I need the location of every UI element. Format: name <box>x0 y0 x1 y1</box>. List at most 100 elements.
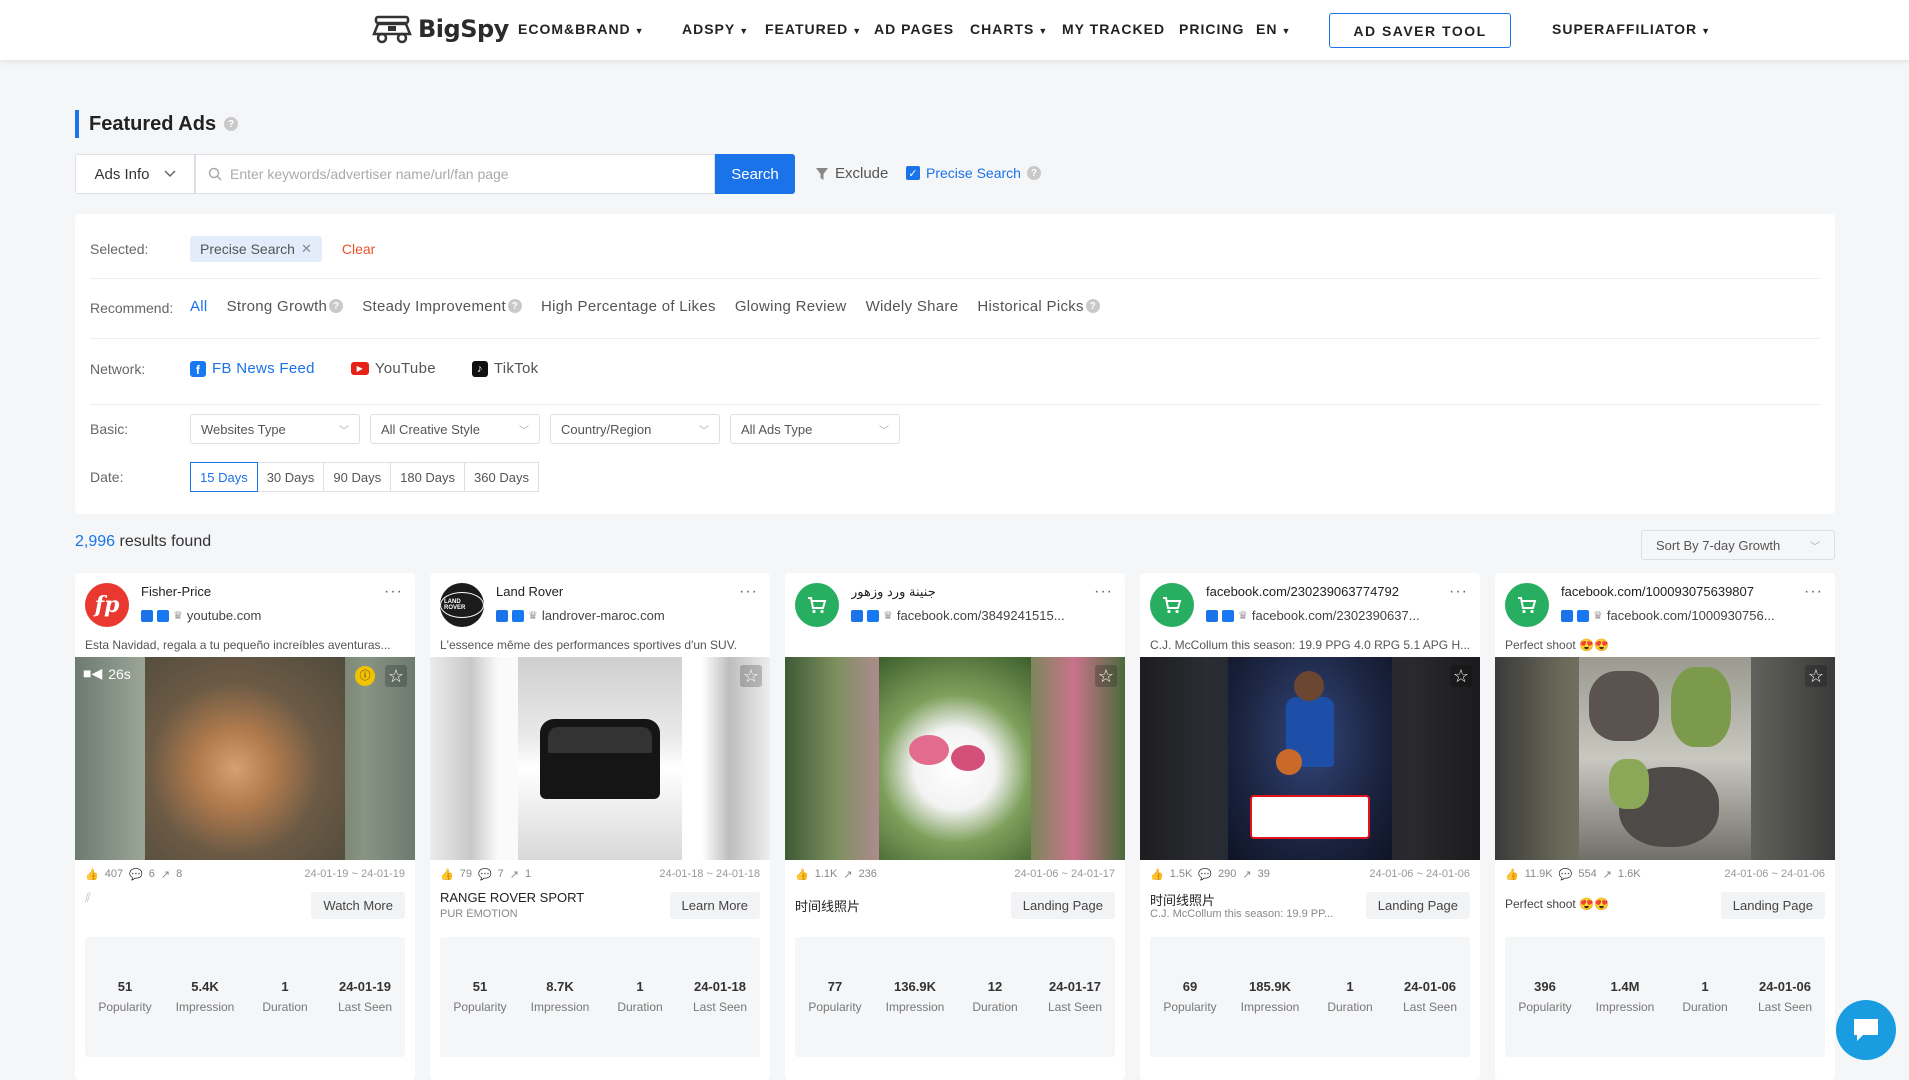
precise-search-checkbox[interactable]: ✓ Precise Search ? <box>906 165 1041 181</box>
ad-saver-tool-button[interactable]: AD SAVER TOOL <box>1329 13 1511 48</box>
search-input[interactable] <box>230 166 700 182</box>
nav-charts[interactable]: CHARTS ▼ <box>970 21 1048 37</box>
date-360-days[interactable]: 360 Days <box>464 462 539 492</box>
date-15-days[interactable]: 15 Days <box>190 462 258 492</box>
advertiser-avatar[interactable]: fp <box>85 583 129 627</box>
network-label-text: YouTube <box>374 360 436 377</box>
nav-label: SUPERAFFILIATOR <box>1552 21 1698 37</box>
close-icon[interactable]: ✕ <box>301 241 312 257</box>
help-icon[interactable]: ? <box>508 299 522 313</box>
bigspy-logo[interactable]: BigSpy <box>372 14 509 44</box>
domain-text[interactable]: facebook.com/2302390637... <box>1252 608 1420 623</box>
recommend-high-likes[interactable]: High Percentage of Likes <box>541 298 716 315</box>
nav-adspy[interactable]: ADSPY ▼ <box>682 21 749 37</box>
recommend-steady-improvement[interactable]: Steady Improvement? <box>362 298 522 315</box>
date-180-days[interactable]: 180 Days <box>390 462 466 492</box>
more-options-icon[interactable]: ··· <box>1449 583 1468 601</box>
network-youtube[interactable]: ▶ YouTube <box>350 360 436 377</box>
help-icon[interactable]: ? <box>1026 166 1041 180</box>
exclude-filter[interactable]: Exclude <box>815 165 888 182</box>
recommend-glowing-review[interactable]: Glowing Review <box>735 298 847 315</box>
clear-button[interactable]: Clear <box>342 241 375 257</box>
advertiser-name[interactable]: Fisher-Price <box>141 584 381 599</box>
recommend-widely-share[interactable]: Widely Share <box>866 298 959 315</box>
nav-superaffiliator[interactable]: SUPERAFFILIATOR ▼ <box>1552 21 1711 37</box>
recommend-historical-picks[interactable]: Historical Picks? <box>977 298 1100 315</box>
country-region-select[interactable]: Country/Region ﹀ <box>550 414 720 444</box>
chat-button[interactable] <box>1836 1000 1896 1060</box>
star-icon[interactable]: ☆ <box>1095 665 1117 687</box>
domain-text[interactable]: youtube.com <box>187 608 261 623</box>
star-icon[interactable]: ☆ <box>385 665 407 687</box>
more-options-icon[interactable]: ··· <box>1804 583 1823 601</box>
help-icon[interactable]: ? <box>329 299 344 313</box>
domain-text[interactable]: facebook.com/3849241515... <box>897 608 1065 623</box>
ad-media[interactable]: ■◀ 26s ⓘ ☆ <box>75 657 415 860</box>
ad-media[interactable]: ☆ <box>1495 657 1835 860</box>
sort-select[interactable]: Sort By 7-day Growth ﹀ <box>1641 530 1835 560</box>
advertiser-name[interactable]: Land Rover <box>496 584 736 599</box>
ad-card[interactable]: facebook.com/230239063774792 ··· ♛ faceb… <box>1140 573 1480 1080</box>
selected-chip[interactable]: Precise Search ✕ <box>190 236 322 262</box>
creative-style-select[interactable]: All Creative Style ﹀ <box>370 414 540 444</box>
link-icon: ⫽ <box>85 890 91 905</box>
star-icon[interactable]: ☆ <box>1450 665 1472 687</box>
network-tiktok[interactable]: ♪ TikTok <box>471 360 539 377</box>
star-icon[interactable]: ☆ <box>740 665 762 687</box>
cta-button[interactable]: Landing Page <box>1720 892 1825 919</box>
ad-media[interactable]: ☆ <box>430 657 770 860</box>
ad-card[interactable]: facebook.com/100093075639807 ··· ♛ faceb… <box>1495 573 1835 1080</box>
nav-label: EN <box>1256 21 1278 37</box>
engagement-stats: 👍 79 💬 7 ↗ 1 <box>440 868 531 881</box>
nav-pricing[interactable]: PRICING <box>1179 21 1244 37</box>
more-options-icon[interactable]: ··· <box>1094 583 1113 601</box>
impression-value: 8.7K <box>546 979 574 994</box>
impression-value: 5.4K <box>191 979 219 994</box>
likes: 11.9K <box>1524 868 1553 880</box>
flowers <box>951 745 985 771</box>
more-options-icon[interactable]: ··· <box>384 583 403 601</box>
cta-button[interactable]: Landing Page <box>1010 892 1115 919</box>
popularity-label: Popularity <box>453 1000 507 1014</box>
ad-media[interactable]: ☆ <box>785 657 1125 860</box>
top-navigation-bar: BigSpy ECOM&BRAND ▼ ADSPY ▼ FEATURED ▼ AD P… <box>0 0 1909 60</box>
advertiser-name[interactable]: facebook.com/100093075639807 <box>1561 584 1801 599</box>
nav-featured[interactable]: FEATURED ▼ <box>765 21 862 37</box>
like-icon: 👍 <box>440 869 454 881</box>
help-icon[interactable]: ? <box>224 117 239 131</box>
ad-card[interactable]: fp Fisher-Price ··· ♛ youtube.com Esta N… <box>75 573 415 1080</box>
ad-card[interactable]: LAND ROVER Land Rover ··· ♛ landrover-ma… <box>430 573 770 1080</box>
star-icon[interactable]: ☆ <box>1805 665 1827 687</box>
recommend-all[interactable]: All <box>190 298 208 315</box>
advertiser-name[interactable]: جنينة ورد وزهور <box>851 584 1091 600</box>
ad-media[interactable]: ☆ <box>1140 657 1480 860</box>
cta-button[interactable]: Learn More <box>669 892 760 919</box>
domain-text[interactable]: facebook.com/1000930756... <box>1607 608 1775 623</box>
search-type-select[interactable]: Ads Info <box>75 154 195 194</box>
date-90-days[interactable]: 90 Days <box>323 462 392 492</box>
domain-text[interactable]: landrover-maroc.com <box>542 608 665 623</box>
recommend-strong-growth[interactable]: Strong Growth? <box>227 298 344 315</box>
nav-ad-pages[interactable]: AD PAGES <box>874 21 954 37</box>
help-icon[interactable]: ? <box>1085 299 1100 313</box>
ad-card[interactable]: جنينة ورد وزهور ··· ♛ facebook.com/38492… <box>785 573 1125 1080</box>
comment-icon: 💬 <box>129 869 143 881</box>
impression-value: 185.9K <box>1249 979 1291 994</box>
network-fb-news-feed[interactable]: f FB News Feed <box>190 360 315 377</box>
websites-type-select[interactable]: Websites Type ﹀ <box>190 414 360 444</box>
advertiser-name[interactable]: facebook.com/230239063774792 <box>1206 584 1446 599</box>
advertiser-avatar[interactable] <box>795 583 839 627</box>
date-30-days[interactable]: 30 Days <box>256 462 325 492</box>
advertiser-avatar[interactable]: LAND ROVER <box>440 583 484 627</box>
advertiser-avatar[interactable] <box>1505 583 1549 627</box>
language-selector[interactable]: EN ▼ <box>1256 21 1291 37</box>
sort-value: Sort By 7-day Growth <box>1656 537 1781 553</box>
search-button[interactable]: Search <box>715 154 795 194</box>
ads-type-select[interactable]: All Ads Type ﹀ <box>730 414 900 444</box>
advertiser-avatar[interactable] <box>1150 583 1194 627</box>
nav-ecom-brand[interactable]: ECOM&BRAND ▼ <box>518 21 645 37</box>
cta-button[interactable]: Landing Page <box>1365 892 1470 919</box>
more-options-icon[interactable]: ··· <box>739 583 758 601</box>
nav-my-tracked[interactable]: MY TRACKED <box>1062 21 1165 37</box>
cta-button[interactable]: Watch More <box>311 892 405 919</box>
